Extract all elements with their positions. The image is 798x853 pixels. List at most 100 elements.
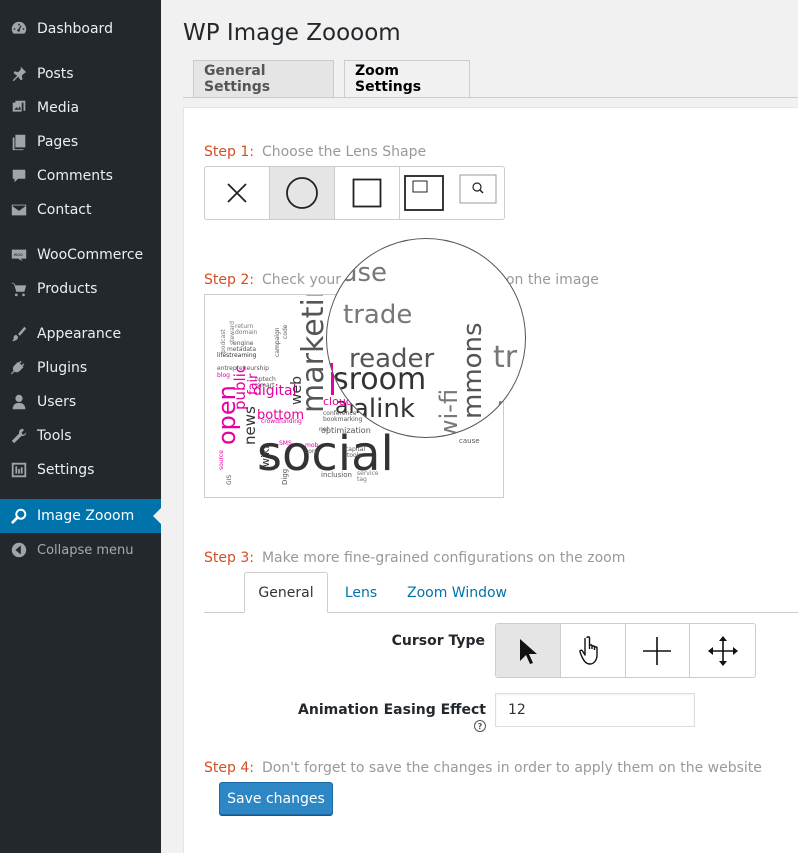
comment-icon bbox=[10, 167, 28, 185]
word-net: net bbox=[319, 426, 329, 433]
lens-word-tr: tr bbox=[493, 340, 518, 375]
sidebar-label: Tools bbox=[37, 428, 72, 444]
cursor-hand-button[interactable] bbox=[561, 624, 626, 677]
cart-icon bbox=[10, 280, 28, 298]
save-changes-button[interactable]: Save changes bbox=[219, 782, 333, 815]
word-mob: mob bbox=[305, 442, 319, 449]
woo-icon: woo bbox=[10, 246, 28, 264]
sidebar-label: Pages bbox=[37, 134, 79, 150]
easing-input[interactable] bbox=[495, 693, 695, 727]
sidebar-label: Products bbox=[37, 281, 98, 297]
cursor-type-label: Cursor Type bbox=[391, 633, 485, 649]
cursor-move-button[interactable] bbox=[690, 624, 755, 677]
word-inclusion: inclusion bbox=[321, 471, 352, 479]
step3-heading: Step 3: Make more fine-grained configurat… bbox=[204, 550, 625, 566]
sidebar-label: WooCommerce bbox=[37, 247, 144, 263]
help-icon[interactable]: ? bbox=[474, 720, 486, 732]
tab-general-settings[interactable]: General Settings bbox=[193, 60, 334, 98]
sidebar-label: Dashboard bbox=[37, 21, 113, 37]
lens-word-sroom: sroom bbox=[333, 362, 426, 397]
sidebar-item-appearance[interactable]: Appearance bbox=[0, 317, 161, 351]
cursor-crosshair-button[interactable] bbox=[626, 624, 691, 677]
sidebar-item-products[interactable]: Products bbox=[0, 272, 161, 306]
subtab-lens[interactable]: Lens bbox=[334, 572, 388, 613]
word-capital: capital bbox=[345, 446, 365, 453]
lens-none-button[interactable] bbox=[205, 167, 270, 219]
tabs-divider bbox=[183, 97, 798, 98]
magnifier-icon bbox=[10, 507, 28, 525]
pages-icon bbox=[10, 133, 28, 151]
square-window-icon bbox=[404, 174, 497, 211]
sidebar-label: Collapse menu bbox=[37, 542, 134, 558]
crosshair-cursor-icon bbox=[643, 636, 672, 665]
admin-sidebar: Dashboard Posts Media Pages Comments Con… bbox=[0, 0, 161, 853]
circle-icon bbox=[286, 177, 318, 209]
sidebar-item-woocommerce[interactable]: woo WooCommerce bbox=[0, 238, 161, 272]
wrench-icon bbox=[10, 427, 28, 445]
word-sms: SMS bbox=[279, 440, 292, 447]
page-title: WP Image Zoooom bbox=[183, 20, 401, 46]
word-tag: tag bbox=[357, 476, 367, 483]
word-web: web bbox=[289, 376, 305, 405]
sidebar-label: Users bbox=[37, 394, 77, 410]
word-steward: steward bbox=[229, 321, 236, 345]
sidebar-item-posts[interactable]: Posts bbox=[0, 57, 161, 91]
word-corp: corp bbox=[305, 448, 318, 455]
brush-icon bbox=[10, 325, 28, 343]
sidebar-item-contact[interactable]: Contact bbox=[0, 193, 161, 227]
pin-icon bbox=[10, 65, 28, 83]
word-wiki: wiki bbox=[259, 446, 272, 467]
lens-circle-button[interactable] bbox=[270, 167, 335, 219]
sidebar-label: Posts bbox=[37, 66, 74, 82]
sidebar-label: Media bbox=[37, 100, 80, 116]
lens-square-button[interactable] bbox=[335, 167, 400, 219]
none-icon bbox=[227, 183, 247, 203]
square-icon bbox=[352, 178, 382, 208]
tab-zoom-settings[interactable]: Zoom Settings bbox=[344, 60, 470, 98]
media-icon bbox=[10, 99, 28, 117]
step1-heading: Step 1: Choose the Lens Shape bbox=[204, 144, 426, 160]
sidebar-item-pages[interactable]: Pages bbox=[0, 125, 161, 159]
word-podcast: podcast bbox=[220, 329, 227, 353]
sidebar-label: Comments bbox=[37, 168, 113, 184]
sidebar-label: Image Zooom bbox=[37, 508, 135, 524]
step-number: Step 1: bbox=[204, 144, 254, 160]
sidebar-item-plugins[interactable]: Plugins bbox=[0, 351, 161, 385]
sidebar-item-dashboard[interactable]: Dashboard bbox=[0, 12, 161, 46]
zoom-lens-circle[interactable]: use trade reader sroom alink mmons wi-fi… bbox=[326, 238, 526, 438]
collapse-menu-button[interactable]: Collapse menu bbox=[0, 533, 161, 567]
word-gis: GIS bbox=[226, 475, 233, 485]
step-number: Step 2: bbox=[204, 272, 254, 288]
word-nptech: nptech bbox=[255, 376, 276, 383]
dashboard-icon bbox=[10, 20, 28, 38]
sidebar-item-image-zoooom[interactable]: Image Zooom bbox=[0, 499, 161, 533]
cursor-arrow-button[interactable] bbox=[496, 624, 561, 677]
word-crowdfunding: crowdfunding bbox=[261, 418, 302, 425]
sidebar-item-users[interactable]: Users bbox=[0, 385, 161, 419]
word-source: source bbox=[218, 450, 225, 470]
sidebar-item-settings[interactable]: Settings bbox=[0, 453, 161, 487]
subtab-general[interactable]: General bbox=[244, 572, 328, 613]
step-text: Don't forget to save the changes in orde… bbox=[261, 760, 762, 776]
word-digg: Digg bbox=[281, 469, 289, 485]
sidebar-item-media[interactable]: Media bbox=[0, 91, 161, 125]
sidebar-item-tools[interactable]: Tools bbox=[0, 419, 161, 453]
user-icon bbox=[10, 393, 28, 411]
word-metadata: metadata bbox=[227, 346, 256, 353]
subtab-zoom-window[interactable]: Zoom Window bbox=[398, 572, 516, 613]
lens-magnified-view: use trade reader sroom alink mmons wi-fi… bbox=[329, 258, 520, 438]
word-code: code bbox=[282, 324, 289, 339]
word-blog: blog bbox=[217, 372, 230, 379]
sidebar-label: Contact bbox=[37, 202, 92, 218]
lens-window-button[interactable] bbox=[400, 167, 504, 219]
svg-text:woo: woo bbox=[14, 253, 23, 258]
lens-word-wifi: wi-fi bbox=[435, 389, 463, 438]
sidebar-item-comments[interactable]: Comments bbox=[0, 159, 161, 193]
easing-label: Animation Easing Effect bbox=[298, 702, 486, 718]
word-news: news bbox=[241, 406, 259, 445]
step-text: Make more fine-grained configurations on… bbox=[261, 550, 626, 566]
collapse-arrow-icon bbox=[10, 541, 28, 559]
word-entrepreneurship: entrepreneurship bbox=[217, 365, 269, 372]
cursor-type-selector bbox=[495, 623, 756, 678]
word-tools: tools bbox=[347, 452, 362, 459]
